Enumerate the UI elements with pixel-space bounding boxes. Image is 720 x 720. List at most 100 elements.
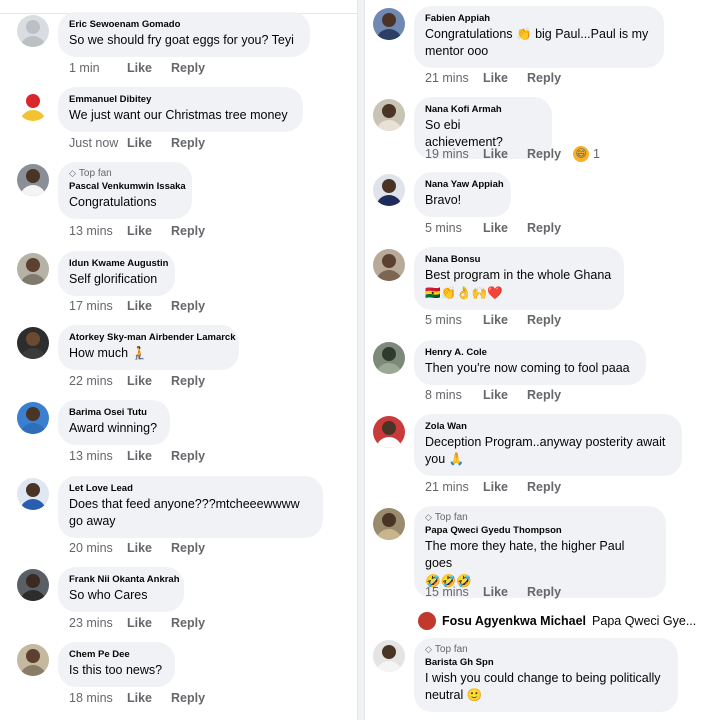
comment-bubble: Zola Wan Deception Program..anyway poster…: [414, 414, 682, 476]
comment-text: Award winning?: [69, 421, 158, 435]
commenter-name[interactable]: Atorkey Sky-man Airbender Lamarck: [69, 331, 236, 344]
comment-text: Is this too news?: [69, 663, 163, 677]
commenter-name[interactable]: Emmanuel Dibitey: [69, 93, 291, 106]
avatar-face: [26, 332, 40, 346]
comment-timestamp: 13 mins: [69, 449, 113, 463]
avatar[interactable]: [17, 15, 49, 47]
like-button[interactable]: Like: [483, 388, 527, 402]
avatar[interactable]: [373, 174, 405, 206]
like-button[interactable]: Like: [127, 541, 171, 555]
commenter-name[interactable]: Pascal Venkumwin Issaka: [69, 180, 186, 193]
like-button[interactable]: Like: [483, 313, 527, 327]
commenter-name[interactable]: Chem Pe Dee: [69, 648, 163, 661]
reply-button[interactable]: Reply: [527, 585, 561, 599]
commenter-name[interactable]: Zola Wan: [425, 420, 670, 433]
avatar[interactable]: [373, 8, 405, 40]
reply-button[interactable]: Reply: [527, 71, 561, 85]
avatar[interactable]: [373, 249, 405, 281]
like-button[interactable]: Like: [127, 299, 171, 313]
avatar-body: [20, 274, 46, 285]
comment-timestamp: 19 mins: [425, 147, 469, 161]
avatar-body: [376, 270, 402, 281]
comment-text: Deception Program..anyway posterity awai…: [425, 435, 666, 466]
reply-preview[interactable]: Fosu Agyenkwa Michael Papa Qweci Gye...: [418, 612, 696, 630]
like-button[interactable]: Like: [127, 691, 171, 705]
like-button[interactable]: Like: [483, 71, 527, 85]
reply-button[interactable]: Reply: [527, 480, 561, 494]
comment-timestamp: 5 mins: [425, 313, 462, 327]
reply-author-name[interactable]: Fosu Agyenkwa Michael: [442, 614, 586, 628]
commenter-name[interactable]: Fabien Appiah: [425, 12, 652, 25]
avatar[interactable]: [17, 569, 49, 601]
commenter-name[interactable]: Henry A. Cole: [425, 346, 634, 359]
reply-button[interactable]: Reply: [171, 691, 205, 705]
avatar[interactable]: [17, 164, 49, 196]
avatar[interactable]: [17, 327, 49, 359]
comment-bubble: Nana Bonsu Best program in the whole Ghan…: [414, 247, 624, 310]
avatar[interactable]: [17, 478, 49, 510]
commenter-name[interactable]: Papa Qweci Gyedu Thompson: [425, 524, 654, 537]
comment-timestamp: 17 mins: [69, 299, 113, 313]
avatar-body: [20, 499, 46, 510]
like-button[interactable]: Like: [127, 224, 171, 238]
reply-button[interactable]: Reply: [171, 541, 205, 555]
avatar-body: [20, 110, 46, 121]
commenter-name[interactable]: Barista Gh Spn: [425, 656, 666, 669]
avatar-body: [376, 29, 402, 40]
commenter-name[interactable]: Frank Nii Okanta Ankrah: [69, 573, 180, 586]
like-button[interactable]: Like: [127, 449, 171, 463]
avatar[interactable]: [17, 253, 49, 285]
avatar-face: [382, 13, 396, 27]
like-button[interactable]: Like: [483, 221, 527, 235]
comment-actions: 22 mins Like Reply: [69, 374, 205, 388]
like-button[interactable]: Like: [127, 136, 171, 150]
like-button[interactable]: Like: [483, 480, 527, 494]
commenter-name[interactable]: Nana Yaw Appiah: [425, 178, 504, 191]
reply-button[interactable]: Reply: [171, 61, 205, 75]
comment-bubble: Frank Nii Okanta Ankrah So who Cares: [58, 567, 184, 612]
avatar[interactable]: [373, 640, 405, 672]
reply-button[interactable]: Reply: [171, 224, 205, 238]
reply-button[interactable]: Reply: [527, 388, 561, 402]
commenter-name[interactable]: Idun Kwame Augustin: [69, 257, 168, 270]
reply-button[interactable]: Reply: [527, 147, 561, 161]
reply-button[interactable]: Reply: [171, 449, 205, 463]
like-button[interactable]: Like: [127, 61, 171, 75]
commenter-name[interactable]: Let Love Lead: [69, 482, 311, 495]
comment-actions: 23 mins Like Reply: [69, 616, 205, 630]
avatar[interactable]: [373, 508, 405, 540]
comment-bubble: Barima Osei Tutu Award winning?: [58, 400, 170, 445]
reply-button[interactable]: Reply: [171, 136, 205, 150]
like-button[interactable]: Like: [483, 147, 527, 161]
avatar[interactable]: [373, 99, 405, 131]
comment-text: We just want our Christmas tree money: [69, 108, 288, 122]
reply-button[interactable]: Reply: [171, 299, 205, 313]
commenter-name[interactable]: Eric Sewoenam Gomado: [69, 18, 298, 31]
like-button[interactable]: Like: [127, 374, 171, 388]
haha-reaction-icon: 😄: [573, 146, 590, 162]
avatar[interactable]: [17, 402, 49, 434]
avatar-face: [26, 94, 40, 108]
reply-button[interactable]: Reply: [527, 313, 561, 327]
like-button[interactable]: Like: [127, 616, 171, 630]
comment-bubble: Eric Sewoenam Gomado So we should fry goa…: [58, 12, 310, 57]
comment-timestamp: 20 mins: [69, 541, 113, 555]
commenter-name[interactable]: Barima Osei Tutu: [69, 406, 158, 419]
avatar[interactable]: [373, 416, 405, 448]
avatar-face: [382, 645, 396, 659]
comment-bubble: Nana Yaw Appiah Bravo!: [414, 172, 511, 217]
avatar-face: [382, 421, 396, 435]
diamond-icon: ◇: [69, 168, 76, 178]
like-button[interactable]: Like: [483, 585, 527, 599]
commenter-name[interactable]: Nana Kofi Armah: [425, 103, 540, 116]
avatar-face: [26, 20, 40, 34]
commenter-name[interactable]: Nana Bonsu: [425, 253, 612, 266]
reply-button[interactable]: Reply: [171, 374, 205, 388]
avatar[interactable]: [17, 644, 49, 676]
reply-button[interactable]: Reply: [171, 616, 205, 630]
reaction-summary[interactable]: 😄 1: [573, 146, 600, 162]
avatar[interactable]: [17, 89, 49, 121]
badge-label: Top fan: [434, 644, 468, 655]
reply-button[interactable]: Reply: [527, 221, 561, 235]
avatar[interactable]: [373, 342, 405, 374]
